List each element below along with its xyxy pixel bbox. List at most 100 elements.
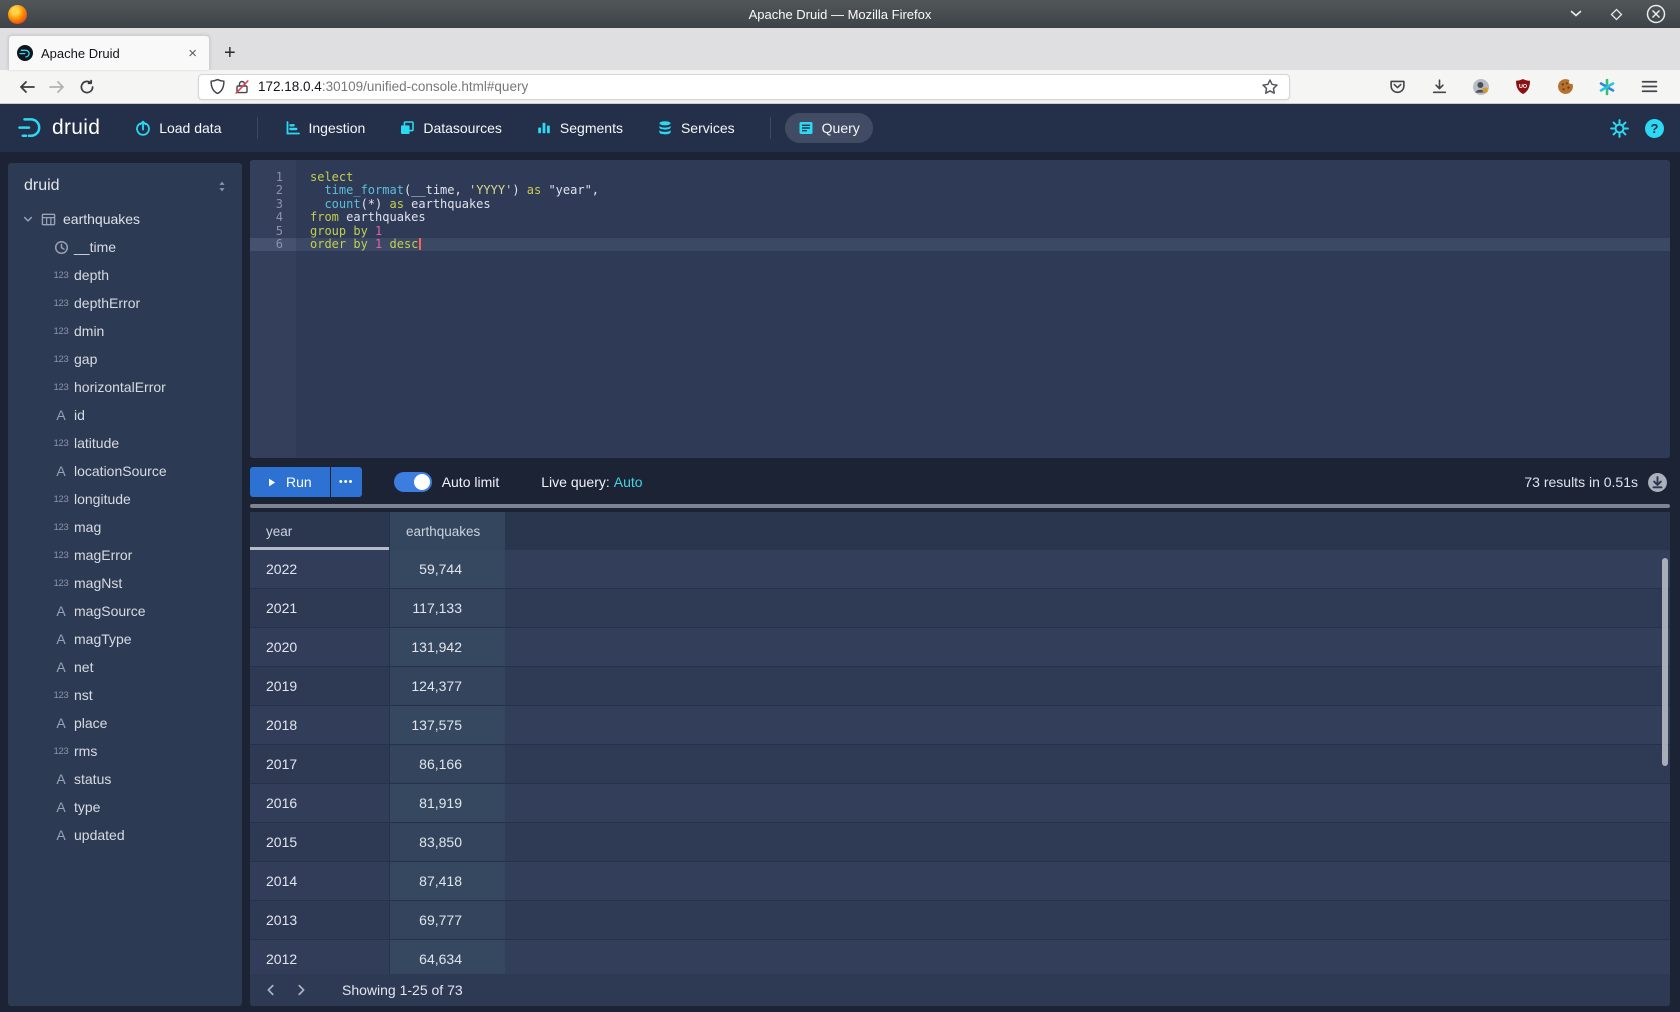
chevron-down-window-icon[interactable]: [1566, 4, 1586, 24]
earthquakes-cell[interactable]: 59,744: [390, 550, 505, 588]
column-item-magNst[interactable]: 123magNst: [8, 569, 242, 597]
pocket-icon[interactable]: [1382, 73, 1412, 101]
lock-slash-icon[interactable]: [234, 79, 250, 95]
column-item-place[interactable]: Aplace: [8, 709, 242, 737]
column-item-net[interactable]: Anet: [8, 653, 242, 681]
forward-icon[interactable]: [42, 73, 72, 101]
new-tab-button[interactable]: +: [224, 43, 236, 63]
nav-item-ingestion[interactable]: Ingestion: [272, 113, 379, 143]
chevron-left-icon[interactable]: [256, 975, 286, 1005]
editor-code[interactable]: select time_format(__time, 'YYYY') as "y…: [296, 160, 1670, 458]
earthquakes-cell[interactable]: 83,850: [390, 823, 505, 861]
code-line-3[interactable]: count(*) as earthquakes: [296, 198, 1670, 211]
horizontal-scrollbar[interactable]: [250, 502, 1670, 510]
reload-icon[interactable]: [72, 73, 102, 101]
download-tray-icon[interactable]: [1424, 73, 1454, 101]
column-item-magSource[interactable]: AmagSource: [8, 597, 242, 625]
year-cell[interactable]: 2021: [250, 589, 390, 627]
number-type-icon: 123: [48, 270, 74, 281]
gear-icon[interactable]: [1610, 119, 1629, 138]
year-cell[interactable]: 2015: [250, 823, 390, 861]
year-cell[interactable]: 2013: [250, 901, 390, 939]
horizontal-scrollbar-thumb[interactable]: [250, 504, 1670, 508]
column-item-horizontalError[interactable]: 123horizontalError: [8, 373, 242, 401]
column-item-type[interactable]: Atype: [8, 793, 242, 821]
column-item-magError[interactable]: 123magError: [8, 541, 242, 569]
earthquakes-cell[interactable]: 81,919: [390, 784, 505, 822]
year-cell[interactable]: 2018: [250, 706, 390, 744]
run-button[interactable]: Run: [250, 467, 330, 497]
earthquakes-cell[interactable]: 69,777: [390, 901, 505, 939]
close-circle-icon[interactable]: [1646, 4, 1666, 24]
account-icon[interactable]: [1466, 73, 1496, 101]
column-item-latitude[interactable]: 123latitude: [8, 429, 242, 457]
url-text[interactable]: 172.18.0.4:30109/unified-console.html#qu…: [258, 79, 1261, 94]
table-item-earthquakes[interactable]: earthquakes: [8, 205, 242, 233]
nav-item-query[interactable]: Query: [785, 113, 873, 143]
double-caret-vertical-icon[interactable]: [216, 179, 228, 194]
earthquakes-cell[interactable]: 117,133: [390, 589, 505, 627]
nav-item-load-data[interactable]: Load data: [122, 113, 234, 143]
earthquakes-cell[interactable]: 131,942: [390, 628, 505, 666]
live-query-value[interactable]: Auto: [614, 474, 643, 490]
earthquakes-cell[interactable]: 137,575: [390, 706, 505, 744]
code-line-1[interactable]: select: [296, 171, 1670, 184]
column-item-depthError[interactable]: 123depthError: [8, 289, 242, 317]
year-cell[interactable]: 2014: [250, 862, 390, 900]
year-cell[interactable]: 2019: [250, 667, 390, 705]
live-query-control[interactable]: Live query:Auto: [541, 474, 642, 490]
tab-apache-druid[interactable]: Apache Druid ×: [8, 35, 210, 70]
year-cell[interactable]: 2020: [250, 628, 390, 666]
star-icon[interactable]: [1261, 78, 1279, 96]
auto-limit-toggle[interactable]: [394, 472, 432, 492]
download-circle-icon[interactable]: [1647, 472, 1668, 493]
column-item-mag[interactable]: 123mag: [8, 513, 242, 541]
column-item-__time[interactable]: __time: [8, 233, 242, 261]
column-item-dmin[interactable]: 123dmin: [8, 317, 242, 345]
earthquakes-cell[interactable]: 124,377: [390, 667, 505, 705]
tab-close-icon[interactable]: ×: [184, 44, 201, 63]
column-item-status[interactable]: Astatus: [8, 765, 242, 793]
chevron-down-icon[interactable]: [22, 213, 34, 225]
year-cell[interactable]: 2022: [250, 550, 390, 588]
nav-item-segments[interactable]: Segments: [523, 113, 636, 143]
column-item-gap[interactable]: 123gap: [8, 345, 242, 373]
back-icon[interactable]: [12, 73, 42, 101]
column-item-id[interactable]: Aid: [8, 401, 242, 429]
chevron-right-icon[interactable]: [286, 975, 316, 1005]
column-item-rms[interactable]: 123rms: [8, 737, 242, 765]
menu-icon[interactable]: [1634, 73, 1664, 101]
run-more-button[interactable]: •••: [331, 467, 362, 497]
nav-item-services[interactable]: Services: [644, 113, 748, 143]
help-icon[interactable]: ?: [1645, 119, 1664, 138]
maximize-diamond-icon[interactable]: [1606, 4, 1626, 24]
code-line-2[interactable]: time_format(__time, 'YYYY') as "year",: [296, 184, 1670, 197]
earthquakes-cell[interactable]: 64,634: [390, 940, 505, 974]
url-bar[interactable]: 172.18.0.4:30109/unified-console.html#qu…: [198, 74, 1290, 100]
ublock-icon[interactable]: UO: [1508, 73, 1538, 101]
asterisk-icon[interactable]: [1592, 73, 1622, 101]
year-cell[interactable]: 2012: [250, 940, 390, 974]
earthquakes-cell[interactable]: 87,418: [390, 862, 505, 900]
column-header-year[interactable]: year: [250, 512, 390, 550]
year-cell[interactable]: 2016: [250, 784, 390, 822]
earthquakes-cell[interactable]: 86,166: [390, 745, 505, 783]
column-item-locationSource[interactable]: AlocationSource: [8, 457, 242, 485]
vertical-scrollbar-thumb[interactable]: [1662, 558, 1668, 766]
nav-item-datasources[interactable]: Datasources: [386, 113, 515, 143]
row-filler: [505, 589, 1670, 627]
sql-editor[interactable]: 123456 select time_format(__time, 'YYYY'…: [250, 160, 1670, 458]
column-header-earthquakes[interactable]: earthquakes: [390, 512, 505, 550]
shield-icon[interactable]: [209, 78, 226, 95]
column-item-updated[interactable]: Aupdated: [8, 821, 242, 849]
code-line-6[interactable]: order by 1 desc: [296, 238, 1670, 251]
column-item-longitude[interactable]: 123longitude: [8, 485, 242, 513]
year-cell[interactable]: 2017: [250, 745, 390, 783]
column-item-depth[interactable]: 123depth: [8, 261, 242, 289]
column-item-nst[interactable]: 123nst: [8, 681, 242, 709]
code-line-4[interactable]: from earthquakes: [296, 211, 1670, 224]
cookie-icon[interactable]: [1550, 73, 1580, 101]
column-item-magType[interactable]: AmagType: [8, 625, 242, 653]
code-line-5[interactable]: group by 1: [296, 225, 1670, 238]
druid-logo[interactable]: druid: [16, 116, 100, 140]
